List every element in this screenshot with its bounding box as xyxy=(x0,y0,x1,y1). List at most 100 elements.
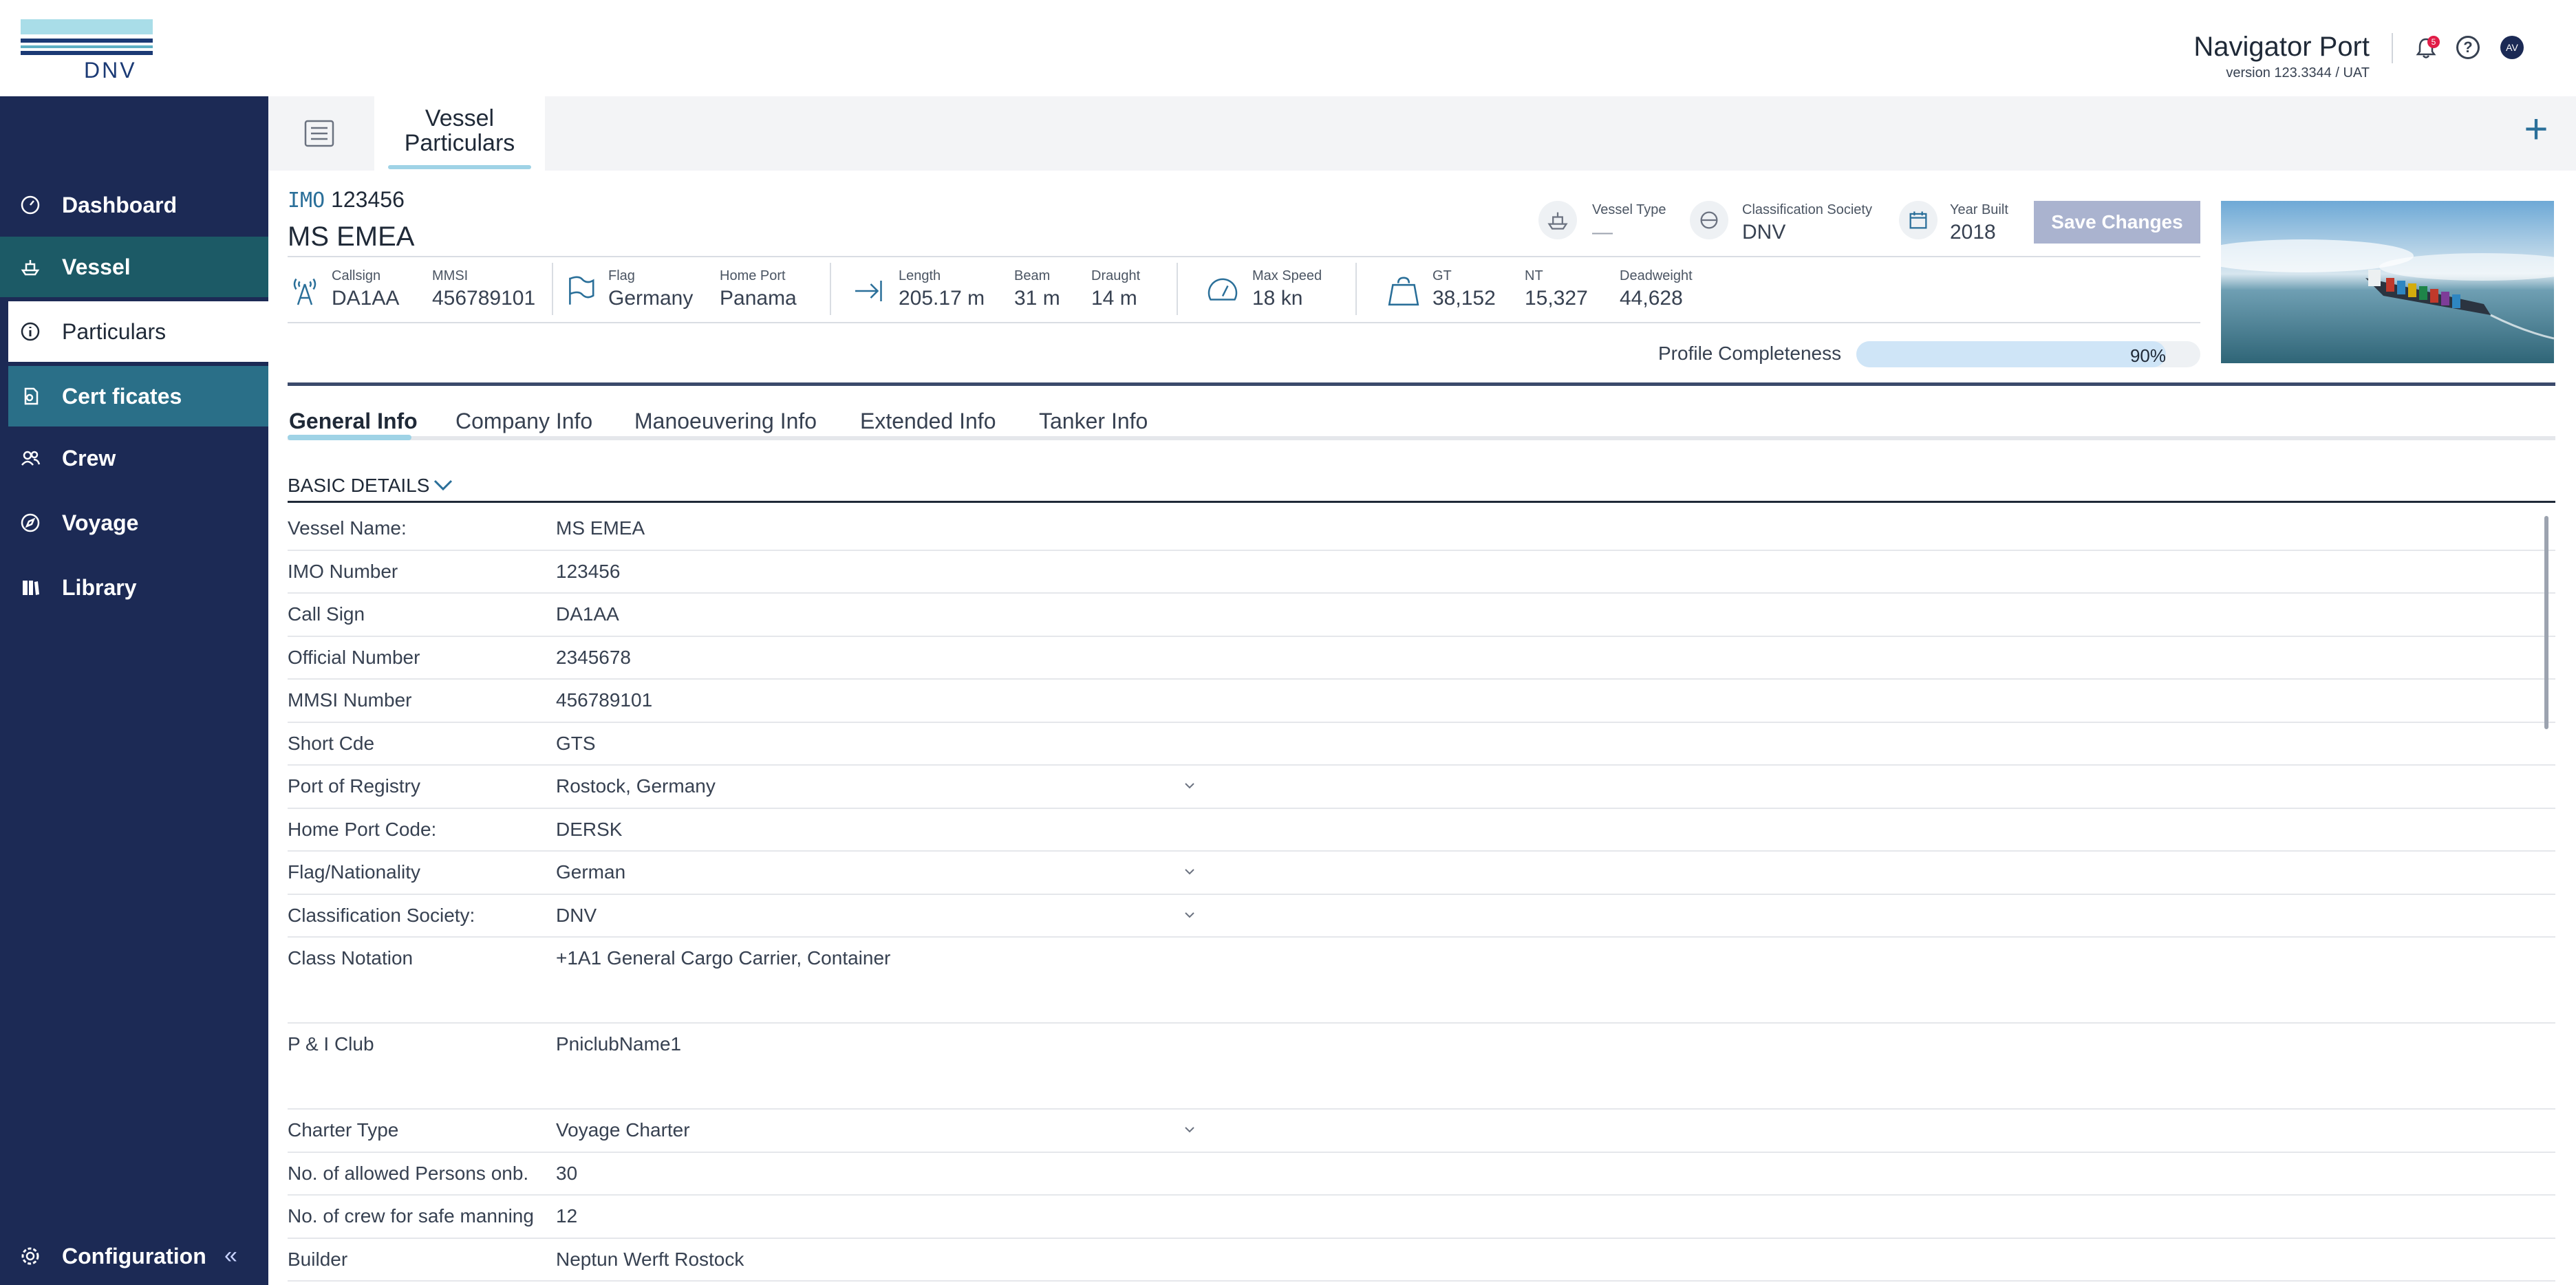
help-icon[interactable]: ? xyxy=(2456,36,2480,59)
field-value[interactable]: 123456 xyxy=(556,561,620,583)
add-tab-button[interactable]: + xyxy=(2515,109,2557,151)
tab-manoeuvering-info[interactable]: Manoeuvering Info xyxy=(634,409,817,434)
table-row: Call Sign DA1AA xyxy=(288,594,2555,637)
tab-extended-info[interactable]: Extended Info xyxy=(860,409,996,434)
profile-completeness-label: Profile Completeness xyxy=(1658,343,1842,364)
table-row: Classification Society: DNV xyxy=(288,895,2555,938)
profile-completeness-bar: 90% xyxy=(1856,341,2200,367)
speedometer-icon xyxy=(1205,274,1240,312)
header-divider xyxy=(2392,33,2393,63)
compass-icon xyxy=(19,512,41,534)
chevron-down-icon[interactable] xyxy=(1179,905,1200,925)
profile-completeness-value: 90% xyxy=(2129,345,2166,366)
stat-length: Length 205.17 m xyxy=(899,268,985,310)
chevron-down-icon[interactable] xyxy=(431,475,455,495)
app-version: version 123.3344 / UAT xyxy=(2226,65,2370,80)
stat-nt: NT 15,327 xyxy=(1525,268,1588,310)
dnv-logo[interactable]: DNV xyxy=(21,19,153,83)
tab-rule xyxy=(288,436,2555,440)
field-value[interactable]: German xyxy=(556,861,625,883)
tab-vessel-particulars[interactable]: Vessel Particulars xyxy=(374,96,545,171)
calendar-icon xyxy=(1899,201,1938,239)
avatar[interactable]: AV xyxy=(2500,36,2524,59)
classification-society: Classification Society DNV xyxy=(1742,202,1872,244)
table-row: Official Number 2345678 xyxy=(288,637,2555,680)
vessel-name: MS EMEA xyxy=(288,222,415,252)
sidebar-item-label: Dashboard xyxy=(62,192,178,217)
field-value[interactable]: DA1AA xyxy=(556,603,619,625)
chevron-down-icon[interactable] xyxy=(1179,861,1200,882)
field-value[interactable]: Voyage Charter xyxy=(556,1119,690,1141)
field-label: P & I Club xyxy=(288,1033,374,1055)
tab-general-info[interactable]: General Info xyxy=(289,409,418,434)
field-label: Vessel Name: xyxy=(288,517,407,539)
imo-value: 123456 xyxy=(331,187,405,212)
logo-text: DNV xyxy=(84,58,137,83)
section-title[interactable]: BASIC DETAILS xyxy=(288,475,429,497)
sidebar-item-voyage[interactable]: Voyage xyxy=(0,493,268,553)
ship-icon xyxy=(19,256,41,278)
field-value[interactable]: 30 xyxy=(556,1163,577,1185)
chevron-down-icon[interactable] xyxy=(1179,1119,1200,1140)
sidebar-item-crew[interactable]: Crew xyxy=(0,428,268,488)
length-icon xyxy=(852,274,886,312)
scrollbar[interactable] xyxy=(2544,516,2548,729)
page-tab-strip: Vessel Particulars + xyxy=(268,96,2576,171)
field-value[interactable]: Rostock, Germany xyxy=(556,775,716,797)
sidebar-item-particulars[interactable]: Particulars xyxy=(8,301,268,362)
top-header: DNV Navigator Port version 123.3344 / UA… xyxy=(0,0,2576,96)
field-label: Home Port Code: xyxy=(288,818,437,840)
stat-deadweight: Deadweight 44,628 xyxy=(1620,268,1693,310)
sidebar-item-vessel[interactable]: Vessel xyxy=(0,237,268,297)
sidebar-item-library[interactable]: Library xyxy=(0,557,268,618)
list-view-icon[interactable] xyxy=(303,117,336,150)
save-changes-button[interactable]: Save Changes xyxy=(2034,201,2200,244)
sidebar-item-label: Cert ficates xyxy=(62,383,182,409)
collapse-sidebar-icon[interactable]: « xyxy=(224,1242,237,1269)
field-label: MMSI Number xyxy=(288,689,412,711)
field-label: No. of crew for safe manning xyxy=(288,1205,534,1227)
field-value[interactable]: 456789101 xyxy=(556,689,652,711)
tab-company-info[interactable]: Company Info xyxy=(455,409,592,434)
vessel-type-icon xyxy=(1538,201,1577,239)
tab-active-indicator xyxy=(288,435,411,440)
field-label: Classification Society: xyxy=(288,904,475,926)
info-icon xyxy=(19,321,41,343)
stat-flag: Flag Germany xyxy=(608,268,694,310)
field-value[interactable]: Neptun Werft Rostock xyxy=(556,1249,744,1271)
field-label: Builder xyxy=(288,1248,348,1270)
stat-home-port: Home Port Panama xyxy=(720,268,797,310)
chevron-down-icon[interactable] xyxy=(1179,775,1200,796)
sidebar-item-label: Vessel xyxy=(62,254,131,279)
field-value[interactable]: 2345678 xyxy=(556,647,631,669)
stat-beam: Beam 31 m xyxy=(1014,268,1060,310)
antenna-icon xyxy=(288,274,322,312)
imo-tag: IMO xyxy=(288,188,325,213)
year-built: Year Built 2018 xyxy=(1950,202,2008,244)
sidebar-item-dashboard[interactable]: Dashboard xyxy=(0,175,268,235)
table-row: Charter Type Voyage Charter xyxy=(288,1110,2555,1153)
field-value[interactable]: DERSK xyxy=(556,819,622,841)
imo-line: IMO 123456 xyxy=(288,187,405,213)
table-row: Home Port Code: DERSK xyxy=(288,809,2555,852)
gear-icon xyxy=(19,1245,41,1267)
field-value[interactable]: 12 xyxy=(556,1205,577,1227)
certificate-icon xyxy=(19,385,41,407)
field-value[interactable]: DNV xyxy=(556,905,597,927)
sidebar-item-label: Crew xyxy=(62,445,116,471)
flag-icon xyxy=(563,272,599,312)
divider xyxy=(288,322,2200,323)
tab-tanker-info[interactable]: Tanker Info xyxy=(1039,409,1148,434)
field-label: IMO Number xyxy=(288,560,398,582)
app-title-block: Navigator Port version 123.3344 / UAT xyxy=(2193,32,2370,81)
sidebar: Dashboard Vessel Particulars Cert ficate… xyxy=(0,96,268,1285)
sidebar-item-certificates[interactable]: Cert ficates xyxy=(8,366,268,426)
field-value[interactable]: GTS xyxy=(556,733,596,755)
field-value[interactable]: +1A1 General Cargo Carrier, Container xyxy=(556,947,890,969)
field-value[interactable]: MS EMEA xyxy=(556,517,645,539)
field-label: Class Notation xyxy=(288,947,414,969)
field-label: Flag/Nationality xyxy=(288,861,420,883)
classification-icon xyxy=(1690,201,1728,239)
field-value[interactable]: PniclubName1 xyxy=(556,1033,681,1055)
table-row: MMSI Number 456789101 xyxy=(288,680,2555,723)
